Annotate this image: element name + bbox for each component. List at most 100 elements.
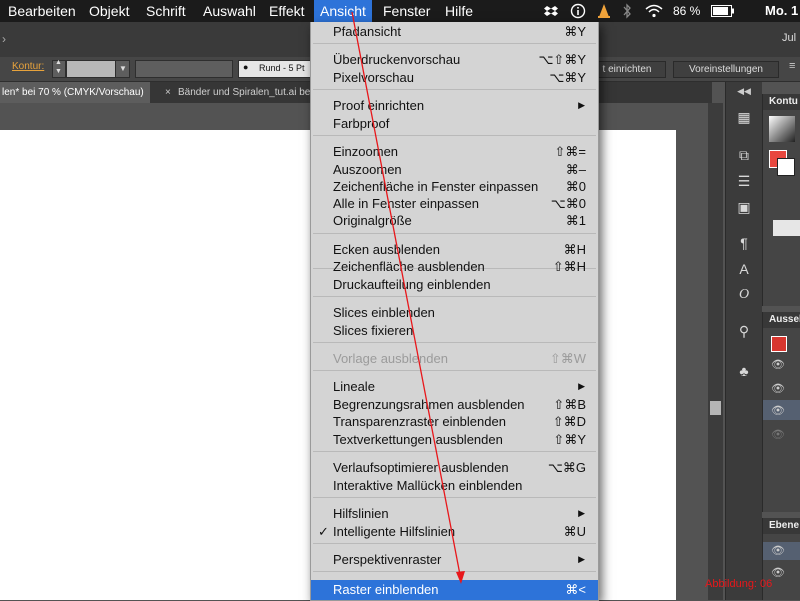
menu-item-label: Vorlage ausblenden [333,351,448,366]
menu-item-farbproof[interactable]: Farbproof [311,115,598,132]
menu-item-pixelvorschau[interactable]: Pixelvorschau ⌥⌘Y [311,69,598,86]
menu-separator [313,233,596,234]
gradient-swatch[interactable] [769,116,795,142]
stepper-down-icon[interactable]: ▼ [55,68,62,75]
menu-item-shortcut: ⇧⌘H [552,259,586,274]
swatch-bar[interactable] [773,220,800,236]
battery-percent: 86 % [673,4,701,18]
panel-header-ebenen[interactable]: Ebene [763,518,800,534]
menu-item-pfadansicht[interactable]: Pfadansicht ⌘Y [311,23,598,40]
clubs-symbol-icon[interactable]: ♣ [726,358,762,384]
layer-eye-icon-2[interactable]: 👁 [771,566,785,579]
panel-header-kontur[interactable]: Kontu [763,94,800,110]
clock: Mo. 1 [765,3,799,18]
preferences-button[interactable]: Voreinstellungen [673,61,779,78]
menu-effekt[interactable]: Effekt [263,0,311,22]
more-options-icon[interactable]: ≡ [789,60,795,72]
stroke-weight-field[interactable] [66,60,116,78]
tab-baender-spiralen[interactable]: × Bänder und Spiralen_tut.ai be [160,82,330,103]
menu-bearbeiten[interactable]: Bearbeiten [2,0,82,22]
variable-width-field[interactable] [135,60,233,78]
wifi-icon[interactable] [645,4,663,18]
menu-item-label: Zeichenfläche in Fenster einpassen [333,179,539,194]
menu-separator [313,370,596,371]
symbols-panel-icon[interactable]: ⚲ [726,318,762,344]
menu-item-proof-einrichten[interactable]: Proof einrichten ▶ [311,97,598,114]
stroke-swatch[interactable] [777,158,795,176]
menu-item-alle-in-fenster-einpassen[interactable]: Alle in Fenster einpassen ⌥⌘0 [311,195,598,212]
menu-auswahl[interactable]: Auswahl [197,0,262,22]
brush-definition-field[interactable]: ● Rund - 5 Pt [238,60,314,78]
menu-item-shortcut: ⇧⌘B [553,397,586,412]
stroke-stepper[interactable]: ▲ ▼ [52,59,66,78]
menu-item-ecken-ausblenden[interactable]: Ecken ausblenden ⌘H [311,241,598,258]
menu-item-überdruckenvorschau[interactable]: Überdruckenvorschau ⌥⇧⌘Y [311,51,598,68]
scrollbar-thumb[interactable] [710,401,721,415]
menu-item-hilfslinien[interactable]: Hilfslinien ▶ [311,505,598,522]
menu-item-label: Originalgröße [333,213,412,228]
menu-item-slices-fixieren[interactable]: Slices fixieren [311,322,598,339]
visibility-eye-icon[interactable]: 👁 [771,358,785,371]
collapse-icon[interactable]: ◀◀ [726,86,762,97]
stepper-up-icon[interactable]: ▲ [55,59,62,66]
pathfinder-panel-icon[interactable]: ▣ [726,194,762,220]
stroke-dropdown[interactable]: ▼ [115,60,130,78]
menu-item-lineale[interactable]: Lineale ▶ [311,378,598,395]
menu-hilfe[interactable]: Hilfe [439,0,479,22]
workspace-name[interactable]: Jul [782,32,796,44]
menu-item-zeichenfläche-in-fenster-einpassen[interactable]: Zeichenfläche in Fenster einpassen ⌘0 [311,178,598,195]
transform-panel-icon[interactable]: ⧉ [726,142,762,168]
menu-item-label: Perspektivenraster [333,552,442,567]
menu-fenster[interactable]: Fenster [377,0,436,22]
ansicht-dropdown-menu: Pfadansicht ⌘Y Überdruckenvorschau ⌥⇧⌘Y Pixe… [310,22,599,601]
menu-schrift[interactable]: Schrift [140,0,192,22]
menu-item-zeichenfläche-ausblenden[interactable]: Zeichenfläche ausblenden ⇧⌘H [311,258,598,275]
menu-item-slices-einblenden[interactable]: Slices einblenden [311,304,598,321]
menu-item-label: Zeichenfläche ausblenden [333,259,485,274]
menu-item-perspektivenraster[interactable]: Perspektivenraster ▶ [311,551,598,568]
menu-ansicht[interactable]: Ansicht [314,0,372,22]
visibility-eye-icon-3[interactable]: 👁 [771,404,785,417]
menu-item-originalgröße[interactable]: Originalgröße ⌘1 [311,212,598,229]
menu-item-shortcut: ⌥⌘G [547,460,586,475]
menu-item-verlaufsoptimierer-ausblenden[interactable]: Verlaufsoptimierer ausblenden ⌥⌘G [311,459,598,476]
menu-item-textverkettungen-ausblenden[interactable]: Textverkettungen ausblenden ⇧⌘Y [311,431,598,448]
menu-item-transparenzraster-einblenden[interactable]: Transparenzraster einblenden ⇧⌘D [311,413,598,430]
menu-item-label: Intelligente Hilfslinien [333,524,456,539]
info-icon[interactable] [570,3,586,19]
menu-item-raster-einblenden[interactable]: Raster einblenden ⌘< [311,580,598,600]
menu-item-auszoomen[interactable]: Auszoomen ⌘– [311,161,598,178]
vertical-scrollbar[interactable] [708,103,723,600]
menu-item-shortcut: ⌘H [563,242,586,257]
close-icon[interactable]: × [165,82,171,103]
visibility-eye-icon-4[interactable]: 👁 [771,428,785,441]
opentype-panel-icon[interactable]: O [726,282,762,308]
layer-eye-icon[interactable]: 👁 [771,544,785,557]
battery-icon[interactable] [711,5,735,17]
menu-item-label: Textverkettungen ausblenden [333,432,503,447]
menu-item-shortcut: ⌘< [565,582,586,597]
artboards-panel-icon[interactable]: ▦ [726,104,762,130]
menu-objekt[interactable]: Objekt [83,0,135,22]
menu-separator [313,135,596,136]
menu-item-intelligente-hilfslinien[interactable]: ✓ Intelligente Hilfslinien ⌘U [311,523,598,540]
align-panel-icon[interactable]: ☰ [726,168,762,194]
dropbox-icon[interactable] [544,4,558,18]
tab-active-document[interactable]: len* bei 70 % (CMYK/Vorschau) [0,82,150,103]
character-panel-icon[interactable]: A [726,256,762,282]
menu-item-interaktive-mallücken-einblenden[interactable]: Interaktive Mallücken einblenden [311,477,598,494]
stroke-label[interactable]: Kontur: [12,61,44,72]
menu-item-begrenzungsrahmen-ausblenden[interactable]: Begrenzungsrahmen ausblenden ⇧⌘B [311,396,598,413]
menu-item-label: Proof einrichten [333,98,425,113]
menu-item-einzoomen[interactable]: Einzoomen ⇧⌘= [311,143,598,160]
document-setup-button[interactable]: t einrichten [588,61,666,78]
menu-item-label: Überdruckenvorschau [333,52,461,67]
vlc-icon[interactable] [597,3,611,19]
bluetooth-icon[interactable] [622,3,632,19]
visibility-eye-icon-2[interactable]: 👁 [771,382,785,395]
menu-item-druckaufteilung-einblenden[interactable]: Druckaufteilung einblenden [311,276,598,293]
appearance-swatch[interactable] [771,336,787,352]
paragraph-panel-icon[interactable]: ¶ [726,230,762,256]
menu-separator [313,43,596,44]
panel-header-aussehen[interactable]: Aussel [763,312,800,328]
